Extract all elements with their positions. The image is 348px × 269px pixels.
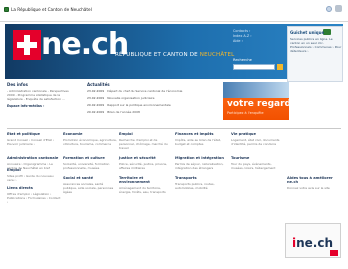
theme-text: Assurances sociales, santé publique, aid… xyxy=(63,182,114,194)
media-link[interactable]: Espace info-médias › xyxy=(7,104,75,108)
theme-cell[interactable]: Transports Transports publics, routes, a… xyxy=(175,176,229,194)
home-icon[interactable] xyxy=(326,5,332,12)
news-text[interactable]: Bilan de l'année 2008 xyxy=(107,110,140,114)
theme-text: Promotion économique, agriculture, vitic… xyxy=(63,138,117,146)
theme-title[interactable]: Justice et sécurité xyxy=(119,156,173,160)
favicon-icon xyxy=(4,7,9,12)
theme-text: Permis de séjour, naturalisation, intégr… xyxy=(175,162,224,170)
promo-photo xyxy=(223,82,289,98)
theme-cell[interactable]: Justice et sécurité Police, sécurité, ju… xyxy=(119,156,173,170)
news-text[interactable]: Rapport sur la politique environnemental… xyxy=(107,103,171,107)
browser-toolbar: La République et Canton de Neuchâtel xyxy=(0,0,348,22)
theme-text: Impôts, aide au bilan de l'état, budget … xyxy=(175,138,221,146)
subtitle-accent: NEUCHÂTEL xyxy=(199,52,235,58)
site-subtitle: RÉPUBLIQUE ET CANTON DE NEUCHÂTEL xyxy=(115,52,234,58)
left-links-title[interactable]: Liens directs xyxy=(7,186,61,190)
footer-badge-icon xyxy=(330,250,338,256)
contact-text: Services publics en ligne. Le canton en … xyxy=(290,37,342,53)
theme-text: Grand Conseil › Conseil d'Etat › Pouvoir… xyxy=(7,138,54,146)
theme-title[interactable]: Emploi xyxy=(119,132,173,136)
theme-title[interactable]: Etat et politique xyxy=(7,132,61,136)
canton-flag-icon xyxy=(13,30,41,60)
theme-cell[interactable]: Migration et intégration Permis de séjou… xyxy=(175,156,229,170)
theme-cell[interactable]: Etat et politique Grand Conseil › Consei… xyxy=(7,132,61,150)
info-column: Des infos - Administration cantonale - P… xyxy=(7,82,75,108)
search-button[interactable] xyxy=(277,64,283,70)
theme-text: Scolarité, université, formation profess… xyxy=(63,162,110,170)
theme-cell[interactable]: Economie Promotion économique, agricultu… xyxy=(63,132,117,150)
theme-text: Tour du pays, événements, musées, loisir… xyxy=(231,162,276,170)
theme-text: Recherche d'emploi et de personnel, chôm… xyxy=(119,138,168,150)
theme-cell[interactable]: Territoire et environnement Aménagement … xyxy=(119,176,173,194)
link-aide[interactable]: Aide › xyxy=(233,39,252,44)
promo-text: Participez à l'enquête xyxy=(227,111,264,115)
theme-text: Transports publics, routes, automobiles,… xyxy=(175,182,215,190)
theme-cell[interactable]: Vie pratique Logement, état civil, docum… xyxy=(231,132,285,150)
theme-cell[interactable]: Formation et culture Scolarité, universi… xyxy=(63,156,117,170)
browser-tab[interactable]: La République et Canton de Neuchâtel xyxy=(4,5,92,14)
info-text: - Administration cantonale - Perspective… xyxy=(7,89,69,101)
theme-title[interactable]: Formation et culture xyxy=(63,156,117,160)
footer-logo-box[interactable]: ine.ch xyxy=(285,223,341,258)
theme-title[interactable]: Administration cantonale xyxy=(7,156,61,160)
news-item[interactable]: 20.02.2009 Bilan de l'année 2008 xyxy=(87,110,219,114)
theme-text: Police, sécurité, justice, prisons, affa… xyxy=(119,162,168,170)
theme-cell[interactable]: Tourisme Tour du pays, événements, musée… xyxy=(231,156,285,170)
divider xyxy=(7,128,341,129)
news-date: 20.02.2009 xyxy=(87,103,105,107)
subtitle-prefix: RÉPUBLIQUE ET CANTON DE xyxy=(115,52,200,58)
news-date: 20.02.2009 xyxy=(87,110,105,114)
theme-title[interactable]: Social et santé xyxy=(63,176,117,180)
theme-title[interactable]: Migration et intégration xyxy=(175,156,229,160)
news-text[interactable]: Nouvelle organisation judiciaire xyxy=(107,96,154,100)
feedback-text: Donnez votre avis sur le site xyxy=(287,186,330,190)
theme-title[interactable]: Economie xyxy=(63,132,117,136)
theme-cell[interactable]: Social et santé Assurances sociales, san… xyxy=(63,176,117,194)
theme-title[interactable]: Territoire et environnement xyxy=(119,176,173,184)
theme-title[interactable]: Vie pratique xyxy=(231,132,285,136)
theme-text: Logement, état civil, documents d'identi… xyxy=(231,138,280,146)
news-title: Actualités xyxy=(87,82,110,87)
info-title: Des infos xyxy=(7,82,28,87)
page-content: ne.ch RÉPUBLIQUE ET CANTON DE NEUCHÂTEL … xyxy=(5,24,343,269)
gear-icon[interactable] xyxy=(335,5,342,12)
theme-cell[interactable]: Aides tous à améliorer ne.ch Donnez votr… xyxy=(287,176,341,194)
tab-title: La République et Canton de Neuchâtel xyxy=(11,7,92,12)
promo-survey[interactable]: votre regard Participez à l'enquête xyxy=(223,82,289,120)
feedback-title[interactable]: Aides tous à améliorer ne.ch xyxy=(287,176,341,184)
contact-panel: Guichet unique Services publics en ligne… xyxy=(287,26,343,82)
footer-logo-main: ne.ch xyxy=(296,236,334,250)
browser-tools xyxy=(326,5,342,12)
news-text[interactable]: Départ du chef du Service cantonal de l'… xyxy=(107,89,182,93)
news-date: 23.02.2009 xyxy=(87,96,105,100)
left-links-text[interactable]: Sites profil › Guide du nouveau venu › xyxy=(7,174,61,182)
search-label: Recherche xyxy=(233,58,252,62)
theme-text: Aménagement du territoire, énergie, forê… xyxy=(119,186,166,194)
news-item[interactable]: 20.02.2009 Rapport sur la politique envi… xyxy=(87,103,219,107)
contact-title[interactable]: Guichet unique xyxy=(290,30,324,35)
theme-title[interactable]: Transports xyxy=(175,176,229,180)
news-date: 23.02.2009 xyxy=(87,89,105,93)
left-links: Emploi Sites profil › Guide du nouveau v… xyxy=(7,164,61,204)
news-item[interactable]: 23.02.2009 Départ du chef du Service can… xyxy=(87,89,219,93)
banner-links: Contacts › Index A-Z › Aide › xyxy=(233,29,252,44)
left-links-text[interactable]: Offres d'emploi › Législation › Publicat… xyxy=(7,192,61,204)
news-item[interactable]: 23.02.2009 Nouvelle organisation judicia… xyxy=(87,96,219,100)
grid-row: Etat et politique Grand Conseil › Consei… xyxy=(7,132,341,150)
theme-title[interactable]: Tourisme xyxy=(231,156,285,160)
theme-cell[interactable]: Finances et impôts Impôts, aide au bilan… xyxy=(175,132,229,150)
theme-title[interactable]: Finances et impôts xyxy=(175,132,229,136)
left-links-title[interactable]: Emploi xyxy=(7,168,61,172)
theme-cell xyxy=(231,176,285,194)
promo-title: votre regard xyxy=(227,99,289,109)
news-column: Actualités 23.02.2009 Départ du chef du … xyxy=(87,82,219,117)
footer-logo: ine.ch xyxy=(292,236,333,250)
theme-cell[interactable]: Emploi Recherche d'emploi et de personne… xyxy=(119,132,173,150)
search-input[interactable] xyxy=(233,64,275,70)
